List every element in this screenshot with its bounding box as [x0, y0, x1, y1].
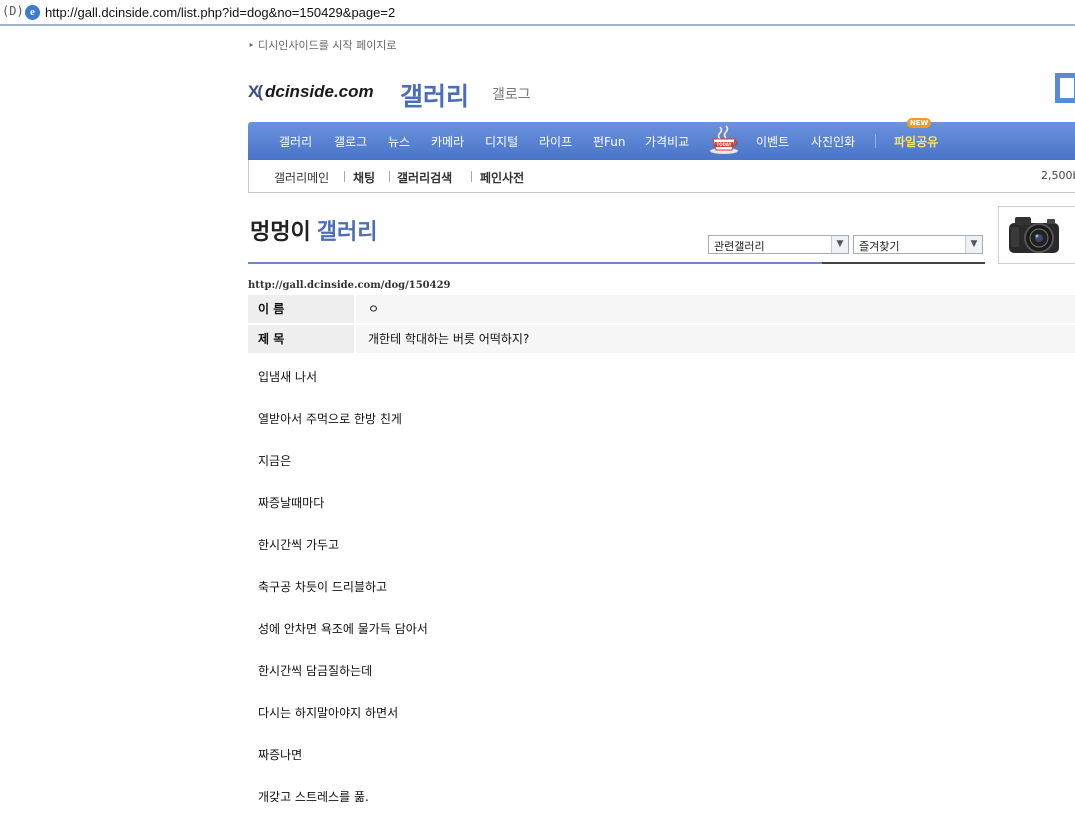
nav-gallery[interactable]: 갤러리 — [279, 133, 312, 150]
body-line: 짜증날때마다 — [258, 496, 325, 510]
gallog-link[interactable]: 갤로그 — [492, 84, 531, 104]
nav-file-share[interactable]: 파일공유 — [894, 133, 938, 150]
start-page-link[interactable]: ‣ 디시인사이드를 시작 페이지로 — [248, 37, 397, 53]
body-line: 한시간씩 가두고 — [258, 538, 340, 552]
sub-chat[interactable]: 채팅 — [353, 169, 375, 186]
new-badge: NEW — [907, 118, 931, 128]
name-row: 이 름 ㅇ — [248, 295, 1075, 323]
post-subject: 개한테 학대하는 버릇 어떡하지? — [356, 325, 1075, 353]
body-line: 성에 안차면 욕조에 물가득 담아서 — [258, 622, 428, 636]
logo-mark-icon: X( — [248, 82, 263, 101]
nav-fun[interactable]: 펀Fun — [593, 133, 626, 150]
nav-event[interactable]: 이벤트 — [756, 133, 789, 150]
chevron-down-icon[interactable]: ▼ — [831, 236, 848, 253]
nav-digital[interactable]: 디지털 — [485, 133, 518, 150]
drive-icon: (D) — [2, 4, 24, 18]
sub-divider — [471, 171, 472, 182]
body-line: 한시간씩 담금질하는데 — [258, 664, 373, 678]
corner-banner[interactable] — [1055, 73, 1075, 103]
sub-gallery-main[interactable]: 갤러리메인 — [274, 169, 329, 186]
favorites-select[interactable]: 즐겨찾기 ▼ — [853, 235, 983, 254]
nav-divider — [875, 134, 876, 148]
body-line: 짜증나면 — [258, 748, 303, 762]
logo-text[interactable]: dcinside.com — [265, 82, 374, 102]
sub-divider — [344, 171, 345, 182]
title-divider-dark — [822, 262, 985, 264]
bullet-icon: ‣ — [248, 39, 258, 52]
ie-page-icon: e — [25, 5, 40, 20]
address-bar[interactable]: (D) e http://gall.dcinside.com/list.php?… — [0, 0, 1075, 26]
sub-divider — [389, 171, 390, 182]
post-permalink[interactable]: http://gall.dcinside.com/dog/150429 — [248, 280, 451, 291]
name-label: 이 름 — [248, 295, 354, 323]
body-line: 지금은 — [258, 454, 292, 468]
today-cup-icon[interactable]: TODAY — [708, 124, 740, 156]
user-count: 2,500b — [1041, 169, 1075, 182]
address-url[interactable]: http://gall.dcinside.com/list.php?id=dog… — [45, 5, 395, 20]
sub-nav: 갤러리메인 채팅 갤러리검색 페인사전 2,500b — [248, 160, 1075, 193]
body-line: 개갖고 스트레스를 풂. — [258, 790, 369, 804]
camera-banner[interactable] — [998, 206, 1075, 264]
sub-dictionary[interactable]: 페인사전 — [480, 169, 524, 186]
sub-gallery-search[interactable]: 갤러리검색 — [397, 169, 452, 186]
body-line: 다시는 하지말아야지 하면서 — [258, 706, 399, 720]
main-nav: 갤러리 갤로그 뉴스 카메라 디지털 라이프 펀Fun 가격비교 TODAY 이… — [248, 118, 1075, 160]
body-line: 입냄새 나서 — [258, 370, 318, 384]
author-name[interactable]: ㅇ — [356, 295, 1075, 323]
nav-photo-print[interactable]: 사진인화 — [811, 133, 855, 150]
nav-gallog[interactable]: 갤로그 — [334, 133, 367, 150]
chevron-down-icon[interactable]: ▼ — [965, 236, 982, 253]
related-gallery-select[interactable]: 관련갤러리 ▼ — [708, 235, 849, 254]
body-line: 축구공 차듯이 드리블하고 — [258, 580, 388, 594]
nav-life[interactable]: 라이프 — [539, 133, 572, 150]
nav-price-compare[interactable]: 가격비교 — [645, 133, 689, 150]
subject-row: 제 목 개한테 학대하는 버릇 어떡하지? — [248, 325, 1075, 353]
camera-icon — [1009, 217, 1059, 253]
page-title: 멍멍이 갤러리 — [250, 220, 378, 245]
subject-label: 제 목 — [248, 325, 354, 353]
nav-news[interactable]: 뉴스 — [388, 133, 410, 150]
body-line: 열받아서 주먹으로 한방 친게 — [258, 412, 402, 426]
nav-camera[interactable]: 카메라 — [431, 133, 464, 150]
svg-text:TODAY: TODAY — [716, 142, 731, 147]
logo-gallery[interactable]: 갤러리 — [400, 77, 469, 113]
